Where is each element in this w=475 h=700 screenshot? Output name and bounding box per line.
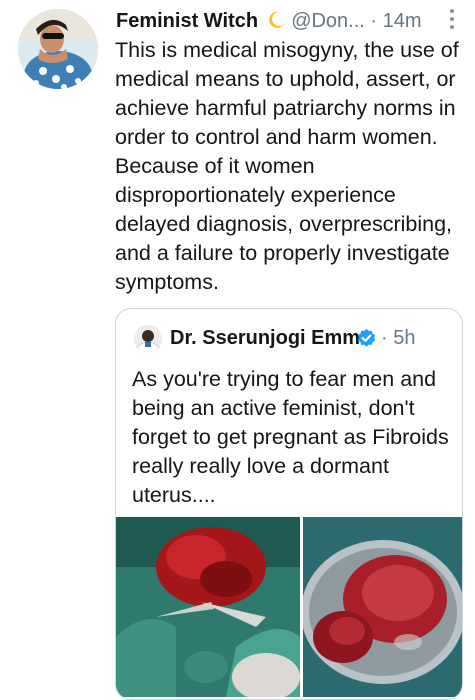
- more-vertical-icon[interactable]: [449, 9, 455, 33]
- fibroid-photo[interactable]: [303, 517, 462, 697]
- crescent-moon-icon: [266, 9, 286, 39]
- tweet-time[interactable]: · 14m: [370, 10, 421, 32]
- quoted-author-name[interactable]: Dr. Sserunjogi Emma: [170, 323, 371, 353]
- tweet-text: This is medical misogyny, the use of med…: [115, 38, 459, 294]
- author-avatar[interactable]: [18, 9, 98, 89]
- surgery-photo[interactable]: [116, 517, 300, 697]
- author-handle[interactable]: @Don...: [291, 10, 365, 32]
- tweet-header: Feminist Witch @Don... · 14m: [116, 6, 465, 36]
- quoted-tweet-media: [116, 517, 462, 697]
- quoted-author-avatar: [134, 325, 162, 353]
- quoted-tweet-time[interactable]: · 5h: [381, 323, 415, 353]
- author-name[interactable]: Feminist Witch: [116, 10, 258, 32]
- verified-badge-icon: [356, 328, 377, 349]
- quoted-tweet-text: As you're trying to fear men and being a…: [132, 367, 449, 507]
- quoted-tweet[interactable]: Dr. Sserunjogi Emma · 5h As you're tryin…: [115, 308, 463, 700]
